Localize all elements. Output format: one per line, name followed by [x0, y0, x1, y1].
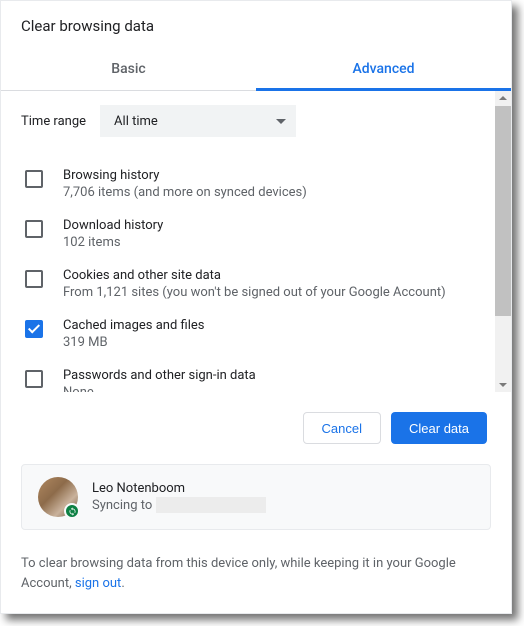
scrollbar[interactable]	[495, 91, 511, 392]
scroll-area: Time range All time Browsing history 7,7…	[1, 91, 511, 392]
account-text: Leo Notenboom Syncing to	[92, 481, 266, 513]
account-name: Leo Notenboom	[92, 481, 266, 496]
sync-icon	[64, 503, 80, 519]
sign-out-link[interactable]: sign out	[75, 576, 121, 591]
checkbox-download-history[interactable]	[25, 220, 43, 238]
footer-text: To clear browsing data from this device …	[1, 546, 511, 613]
syncing-label: Syncing to	[92, 498, 152, 513]
clear-browsing-data-dialog: Clear browsing data Basic Advanced Time …	[0, 0, 512, 614]
time-range-row: Time range All time	[21, 105, 491, 137]
redacted-account-target	[156, 497, 266, 513]
time-range-value: All time	[114, 114, 158, 129]
item-sub: 319 MB	[63, 335, 204, 350]
checkbox-browsing-history[interactable]	[25, 170, 43, 188]
button-row: Cancel Clear data	[1, 392, 511, 464]
item-passwords[interactable]: Passwords and other sign-in data None	[21, 359, 491, 392]
checkbox-cookies[interactable]	[25, 270, 43, 288]
clear-data-button[interactable]: Clear data	[391, 412, 487, 444]
cancel-button[interactable]: Cancel	[303, 412, 381, 444]
tab-advanced[interactable]: Advanced	[256, 49, 511, 90]
item-sub: 7,706 items (and more on synced devices)	[63, 185, 307, 200]
account-card: Leo Notenboom Syncing to	[21, 464, 491, 530]
dialog-title: Clear browsing data	[1, 1, 511, 49]
tab-basic[interactable]: Basic	[1, 49, 256, 90]
tabs: Basic Advanced	[1, 49, 511, 91]
item-sub: From 1,121 sites (you won't be signed ou…	[63, 285, 446, 300]
item-title: Cookies and other site data	[63, 268, 446, 283]
item-title: Passwords and other sign-in data	[63, 368, 256, 383]
item-title: Browsing history	[63, 168, 307, 183]
footer-after: .	[121, 576, 124, 591]
scroll-up-icon[interactable]	[499, 96, 507, 100]
time-range-select[interactable]: All time	[100, 105, 296, 137]
avatar-wrap	[38, 477, 78, 517]
item-sub: 102 items	[63, 235, 163, 250]
time-range-label: Time range	[21, 114, 86, 129]
item-browsing-history[interactable]: Browsing history 7,706 items (and more o…	[21, 159, 491, 209]
account-sync-status: Syncing to	[92, 497, 266, 513]
item-title: Cached images and files	[63, 318, 204, 333]
item-download-history[interactable]: Download history 102 items	[21, 209, 491, 259]
checkbox-passwords[interactable]	[25, 370, 43, 388]
item-cookies[interactable]: Cookies and other site data From 1,121 s…	[21, 259, 491, 309]
scrollbar-thumb[interactable]	[495, 106, 511, 316]
item-title: Download history	[63, 218, 163, 233]
item-cached[interactable]: Cached images and files 319 MB	[21, 309, 491, 359]
scroll-down-icon[interactable]	[499, 383, 507, 387]
item-sub: None	[63, 385, 256, 392]
checkbox-cached[interactable]	[25, 320, 43, 338]
chevron-down-icon	[276, 119, 286, 124]
